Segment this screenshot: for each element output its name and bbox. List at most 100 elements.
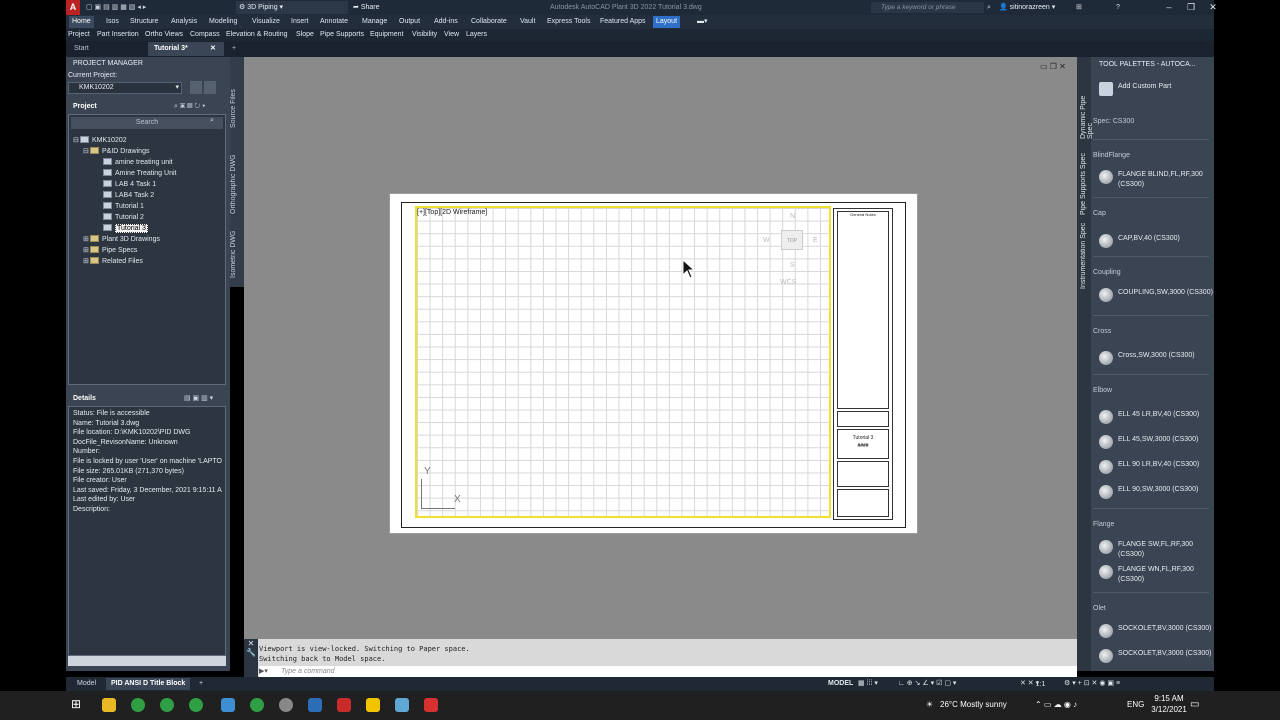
windows-start-icon[interactable]: ⊞: [71, 697, 85, 711]
tab-isometric-dwg[interactable]: Isometric DWG: [230, 227, 244, 282]
command-input[interactable]: Type a command: [259, 666, 1077, 677]
wcs-menu[interactable]: WCS: [780, 279, 796, 286]
palette-item[interactable]: SOCKOLET,BV,3000 (CS300): [1099, 649, 1212, 663]
model-viewport[interactable]: [415, 206, 831, 518]
tab-pipe-supports-spec[interactable]: Pipe Supports Spec: [1080, 151, 1087, 215]
viewcube-east[interactable]: E: [813, 237, 818, 244]
grid-icon[interactable]: ▦ ⁞⁞⁞ ▾: [858, 678, 878, 690]
chrome-icon[interactable]: [131, 698, 145, 712]
cart-icon[interactable]: ⊞: [1076, 1, 1082, 14]
command-close-icon[interactable]: ✕ 🔧: [244, 639, 258, 677]
minimize-button[interactable]: –: [1158, 0, 1180, 15]
details-toolbar-icons[interactable]: ▤ ▣ ▥ ▾: [184, 394, 213, 404]
search-icon[interactable]: ⌕: [987, 1, 991, 14]
tree-search-input[interactable]: Search: [71, 117, 223, 129]
app-icon[interactable]: [308, 698, 322, 712]
viewport-window-controls[interactable]: ▭ ❐ ✕: [1040, 62, 1066, 71]
annotation-scale[interactable]: ✕ ✕ 1:1 ▾: [1020, 678, 1045, 690]
print-icon[interactable]: [190, 81, 202, 94]
chrome-icon[interactable]: [250, 698, 264, 712]
restore-button[interactable]: ❐: [1180, 0, 1202, 15]
palette-item[interactable]: CAP,BV,40 (CS300): [1099, 234, 1180, 248]
project-toolbar-icons[interactable]: ⌕ ▣ ▤ ↻ ▾: [174, 102, 205, 112]
details-scrollbar[interactable]: [68, 656, 226, 666]
tree-node-pipe-specs[interactable]: ⊞ Pipe Specs: [83, 246, 137, 256]
tab-instrumentation-spec[interactable]: Instrumentation Spec: [1080, 221, 1087, 289]
app-icon[interactable]: [337, 698, 351, 712]
panel-project[interactable]: Project: [68, 29, 90, 41]
tree-node-project[interactable]: ⊟ KMK10202: [73, 136, 127, 146]
tab-output[interactable]: Output: [396, 16, 423, 28]
tab-modeling[interactable]: Modeling: [206, 16, 240, 28]
panel-slope[interactable]: Slope: [296, 29, 314, 41]
tab-add-ins[interactable]: Add-ins: [431, 16, 461, 28]
weather-text[interactable]: 26°C Mostly sunny: [940, 700, 1007, 709]
share-button[interactable]: ➦ Share: [353, 1, 380, 14]
palette-item[interactable]: ELL 45 LR,BV,40 (CS300): [1099, 410, 1199, 424]
app-icon[interactable]: [366, 698, 380, 712]
tab-layout[interactable]: Layout: [653, 16, 681, 28]
quick-access-toolbar[interactable]: ▢ ▣ ▤ ▥ ▦ ▧ ◂ ▸: [86, 2, 146, 13]
tab-orthographic-dwg[interactable]: Orthographic DWG: [230, 149, 244, 219]
panel-ortho-views[interactable]: Ortho Views: [145, 29, 183, 41]
tab-model[interactable]: Model: [72, 678, 101, 690]
palette-item[interactable]: FLANGE BLIND,FL,RF,300 (CS300): [1099, 170, 1214, 189]
tab-express-tools[interactable]: Express Tools: [544, 16, 593, 28]
search-icon[interactable]: ⌕: [210, 117, 214, 125]
tab-manage[interactable]: Manage: [359, 16, 390, 28]
snap-icons[interactable]: ∟ ⊕ ↘ ∠ ▾ ☑ ▢ ▾: [898, 678, 956, 690]
tree-node-pid-drawings[interactable]: ⊟ P&ID Drawings: [83, 147, 149, 157]
panel-part-insertion[interactable]: Part Insertion: [97, 29, 139, 41]
tab-start[interactable]: Start: [68, 42, 148, 56]
tree-node-drawing[interactable]: LAB 4 Task 1: [103, 180, 156, 190]
copy-icon[interactable]: [204, 81, 216, 94]
add-custom-part-button[interactable]: Add Custom Part: [1099, 82, 1171, 96]
tree-node-related-files[interactable]: ⊞ Related Files: [83, 257, 143, 267]
settings-icon[interactable]: ⚙ ▾ + ⊡ ✕ ◉ ▣ ≡: [1064, 678, 1120, 690]
tree-node-drawing[interactable]: Tutorial 2: [103, 213, 144, 223]
autocad-taskbar-icon[interactable]: [424, 698, 438, 712]
tab-vault[interactable]: Vault: [517, 16, 538, 28]
language-indicator[interactable]: ENG: [1127, 700, 1144, 709]
user-account[interactable]: 👤 sitinorazreen ▾: [999, 1, 1055, 14]
palette-item[interactable]: Cross,SW,3000 (CS300): [1099, 351, 1195, 365]
tab-dynamic-pipe-spec[interactable]: Dynamic Pipe Spec: [1080, 79, 1094, 139]
viewport-controls-label[interactable]: [+][Top][2D Wireframe]: [417, 209, 487, 216]
panel-pipe-supports[interactable]: Pipe Supports: [320, 29, 364, 41]
project-tree[interactable]: Search ⌕ ⊟ KMK10202 ⊟ P&ID Drawings amine …: [68, 114, 226, 385]
clock-date[interactable]: 3/12/2021: [1148, 705, 1190, 714]
file-explorer-icon[interactable]: [102, 698, 116, 712]
notification-icon[interactable]: ▭: [1190, 699, 1199, 710]
ribbon-minimize-icon[interactable]: ▬▾: [694, 16, 711, 28]
close-tab-icon[interactable]: ✕: [210, 42, 216, 56]
viewcube-north[interactable]: N: [790, 213, 795, 220]
tab-structure[interactable]: Structure: [127, 16, 161, 28]
new-layout-button[interactable]: +: [194, 678, 208, 690]
close-button[interactable]: ✕: [1202, 0, 1224, 15]
tab-source-files[interactable]: Source Files: [230, 87, 244, 131]
clock-time[interactable]: 9:15 AM: [1150, 694, 1188, 703]
tree-node-drawing[interactable]: Tutorial 1: [103, 202, 144, 212]
workspace-dropdown[interactable]: ⚙ 3D Piping ▾: [236, 1, 348, 14]
chrome-icon[interactable]: [160, 698, 174, 712]
keyword-search-input[interactable]: Type a keyword or phrase: [871, 2, 984, 13]
viewcube-top[interactable]: TOP: [781, 230, 803, 250]
tab-collaborate[interactable]: Collaborate: [468, 16, 510, 28]
tray-icons[interactable]: ⌃ ▭ ☁ ◉ ♪: [1035, 700, 1077, 709]
tab-featured-apps[interactable]: Featured Apps: [597, 16, 649, 28]
tree-node-drawing[interactable]: amine treating unit: [103, 158, 173, 168]
tree-node-drawing-selected[interactable]: Tutorial 3: [103, 224, 148, 234]
palette-item[interactable]: ELL 90 LR,BV,40 (CS300): [1099, 460, 1199, 474]
drawing-canvas[interactable]: ▭ ❐ ✕ [+][Top][2D Wireframe] N W TOP E S…: [244, 57, 1077, 639]
app-icon[interactable]: [395, 698, 409, 712]
help-icon[interactable]: ?: [1116, 1, 1120, 14]
panel-view[interactable]: View: [444, 29, 459, 41]
tree-node-drawing[interactable]: Amine Treating Unit: [103, 169, 176, 179]
chrome-icon[interactable]: [189, 698, 203, 712]
viewcube-south[interactable]: S: [790, 262, 795, 269]
viewcube-west[interactable]: W: [763, 237, 770, 244]
palette-item[interactable]: SOCKOLET,BV,3000 (CS300): [1099, 624, 1212, 638]
tab-layout-pid-title-block[interactable]: PID ANSI D Title Block: [106, 678, 191, 690]
tree-node-plant-3d-drawings[interactable]: ⊞ Plant 3D Drawings: [83, 235, 160, 245]
tab-analysis[interactable]: Analysis: [168, 16, 200, 28]
